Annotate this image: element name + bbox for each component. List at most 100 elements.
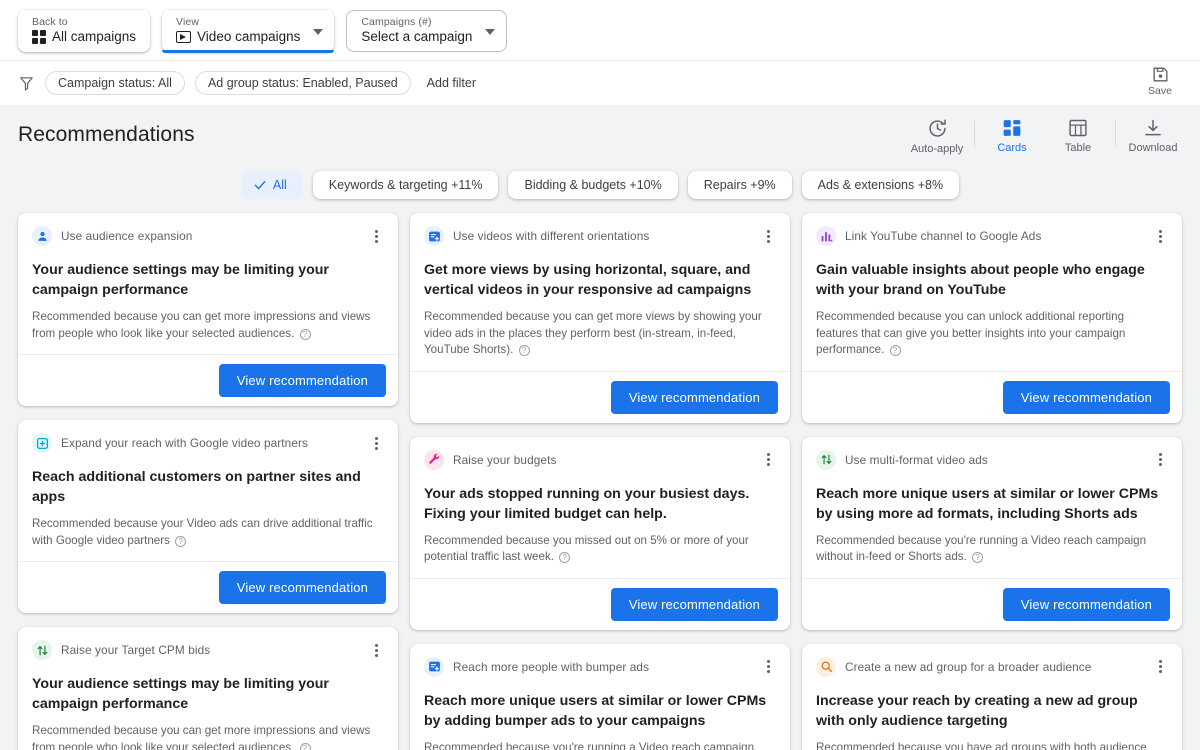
campaigns-label: Campaigns (#)	[361, 16, 472, 28]
recommendation-card: Link YouTube channel to Google Ads Gain v…	[802, 213, 1182, 423]
card-description: Recommended because you can get more vie…	[424, 309, 776, 359]
table-view-button[interactable]: Table	[1045, 113, 1111, 154]
card-type-label: Use audience expansion	[61, 229, 192, 243]
recommendation-card: Use multi-format video ads Reach more uni…	[802, 437, 1182, 630]
category-filter-pills: All Keywords & targeting +11% Bidding & bu…	[0, 165, 1200, 213]
card-type-label: Link YouTube channel to Google Ads	[845, 229, 1041, 243]
filter-pill-3[interactable]: Repairs +9%	[688, 171, 792, 199]
bar-chart-icon	[816, 226, 836, 246]
card-body: Link YouTube channel to Google Ads Gain v…	[802, 213, 1182, 371]
view-recommendation-button[interactable]: View recommendation	[1003, 381, 1170, 414]
more-options-icon[interactable]	[1152, 659, 1168, 675]
card-header: Use audience expansion	[32, 225, 384, 247]
card-description: Recommended because you can get more imp…	[32, 309, 384, 342]
view-recommendation-button[interactable]: View recommendation	[219, 571, 386, 604]
add-ad-icon	[424, 657, 444, 677]
top-selector-bar: Back to All campaigns View Video campaig…	[0, 0, 1200, 60]
chevron-down-icon[interactable]	[485, 29, 495, 35]
card-type-label: Use multi-format video ads	[845, 453, 988, 467]
cards-view-button[interactable]: Cards	[979, 113, 1045, 154]
filter-icon[interactable]	[18, 75, 35, 92]
filter-chip-campaign-status[interactable]: Campaign status: All	[45, 71, 185, 95]
card-body: Use audience expansionYour audience sett…	[18, 213, 398, 354]
filter-pill-label: All	[273, 178, 287, 192]
filter-chip-ad-group-status[interactable]: Ad group status: Enabled, Paused	[195, 71, 411, 95]
card-header: Expand your reach with Google video part…	[32, 432, 384, 454]
more-options-icon[interactable]	[1152, 452, 1168, 468]
card-description: Recommended because you can unlock addit…	[816, 309, 1168, 359]
recommendation-card: Expand your reach with Google video part…	[18, 420, 398, 613]
filter-pill-1[interactable]: Keywords & targeting +11%	[313, 171, 499, 199]
recommendation-card: Raise your Target CPM bidsYour audience …	[18, 627, 398, 750]
cards-label: Cards	[997, 142, 1026, 154]
chevron-down-icon[interactable]	[313, 29, 323, 35]
add-video-icon	[32, 433, 52, 453]
recommendation-card: Raise your budgets Your ads stopped runni…	[410, 437, 790, 630]
view-selector[interactable]: View Video campaigns	[162, 10, 334, 52]
back-to-value-text: All campaigns	[52, 28, 136, 45]
help-icon[interactable]: ?	[972, 552, 983, 563]
recommendations-board: Use audience expansionYour audience sett…	[0, 213, 1200, 750]
card-title: Reach more unique users at similar or lo…	[424, 691, 776, 731]
campaign-selector[interactable]: Campaigns (#) Select a campaign	[346, 10, 507, 52]
card-footer: View recommendation	[18, 561, 398, 613]
help-icon[interactable]: ?	[519, 345, 530, 356]
arrows-updown-icon	[32, 640, 52, 660]
card-type-label: Use videos with different orientations	[453, 229, 649, 243]
view-recommendation-button[interactable]: View recommendation	[611, 381, 778, 414]
back-to-all-campaigns-selector[interactable]: Back to All campaigns	[18, 10, 150, 52]
card-header: Raise your Target CPM bids	[32, 639, 384, 661]
save-button[interactable]: Save	[1134, 65, 1186, 97]
more-options-icon[interactable]	[368, 228, 384, 244]
auto-apply-label: Auto-apply	[911, 143, 964, 155]
card-footer: View recommendation	[410, 371, 790, 423]
card-footer: View recommendation	[410, 578, 790, 630]
filter-pill-label: Repairs +9%	[704, 178, 776, 192]
more-options-icon[interactable]	[368, 642, 384, 658]
help-icon[interactable]: ?	[300, 743, 311, 750]
card-title: Gain valuable insights about people who …	[816, 260, 1168, 300]
help-icon[interactable]: ?	[890, 345, 901, 356]
table-icon	[1068, 118, 1088, 138]
help-icon[interactable]: ?	[175, 536, 186, 547]
card-header: Use videos with different orientations	[424, 225, 776, 247]
card-header: Reach more people with bumper ads	[424, 656, 776, 678]
more-options-icon[interactable]	[1152, 228, 1168, 244]
recommendations-column-0: Use audience expansionYour audience sett…	[18, 213, 398, 750]
help-icon[interactable]: ?	[300, 329, 311, 340]
help-icon[interactable]: ?	[559, 552, 570, 563]
recommendation-card: Use audience expansionYour audience sett…	[18, 213, 398, 406]
card-body: Reach more people with bumper ads Reach m…	[410, 644, 790, 750]
person-icon	[32, 226, 52, 246]
card-title: Your ads stopped running on your busiest…	[424, 484, 776, 524]
card-description: Recommended because you have ad groups w…	[816, 740, 1168, 750]
card-title: Reach more unique users at similar or lo…	[816, 484, 1168, 524]
card-title: Reach additional customers on partner si…	[32, 467, 384, 507]
card-description: Recommended because you can get more imp…	[32, 723, 384, 750]
view-recommendation-button[interactable]: View recommendation	[1003, 588, 1170, 621]
filter-pill-4[interactable]: Ads & extensions +8%	[802, 171, 959, 199]
more-options-icon[interactable]	[760, 659, 776, 675]
more-options-icon[interactable]	[760, 452, 776, 468]
auto-apply-button[interactable]: Auto-apply	[904, 113, 970, 155]
card-header: Raise your budgets	[424, 449, 776, 471]
arrows-updown-icon	[816, 450, 836, 470]
recommendation-card: Use videos with different orientationsGe…	[410, 213, 790, 423]
more-options-icon[interactable]	[368, 435, 384, 451]
active-underline	[162, 50, 334, 53]
more-options-icon[interactable]	[760, 228, 776, 244]
save-icon	[1151, 65, 1170, 84]
download-label: Download	[1129, 142, 1178, 154]
back-to-value: All campaigns	[32, 28, 136, 45]
wrench-icon	[424, 450, 444, 470]
card-description: Recommended because you missed out on 5%…	[424, 533, 776, 566]
recommendation-card: Create a new ad group for a broader audi…	[802, 644, 1182, 750]
filter-pill-2[interactable]: Bidding & budgets +10%	[508, 171, 677, 199]
filter-pill-0[interactable]: All	[241, 171, 303, 199]
card-header: Create a new ad group for a broader audi…	[816, 656, 1168, 678]
download-button[interactable]: Download	[1120, 113, 1186, 154]
view-recommendation-button[interactable]: View recommendation	[611, 588, 778, 621]
view-recommendation-button[interactable]: View recommendation	[219, 364, 386, 397]
card-type-label: Create a new ad group for a broader audi…	[845, 660, 1091, 674]
add-filter-button[interactable]: Add filter	[421, 72, 482, 94]
